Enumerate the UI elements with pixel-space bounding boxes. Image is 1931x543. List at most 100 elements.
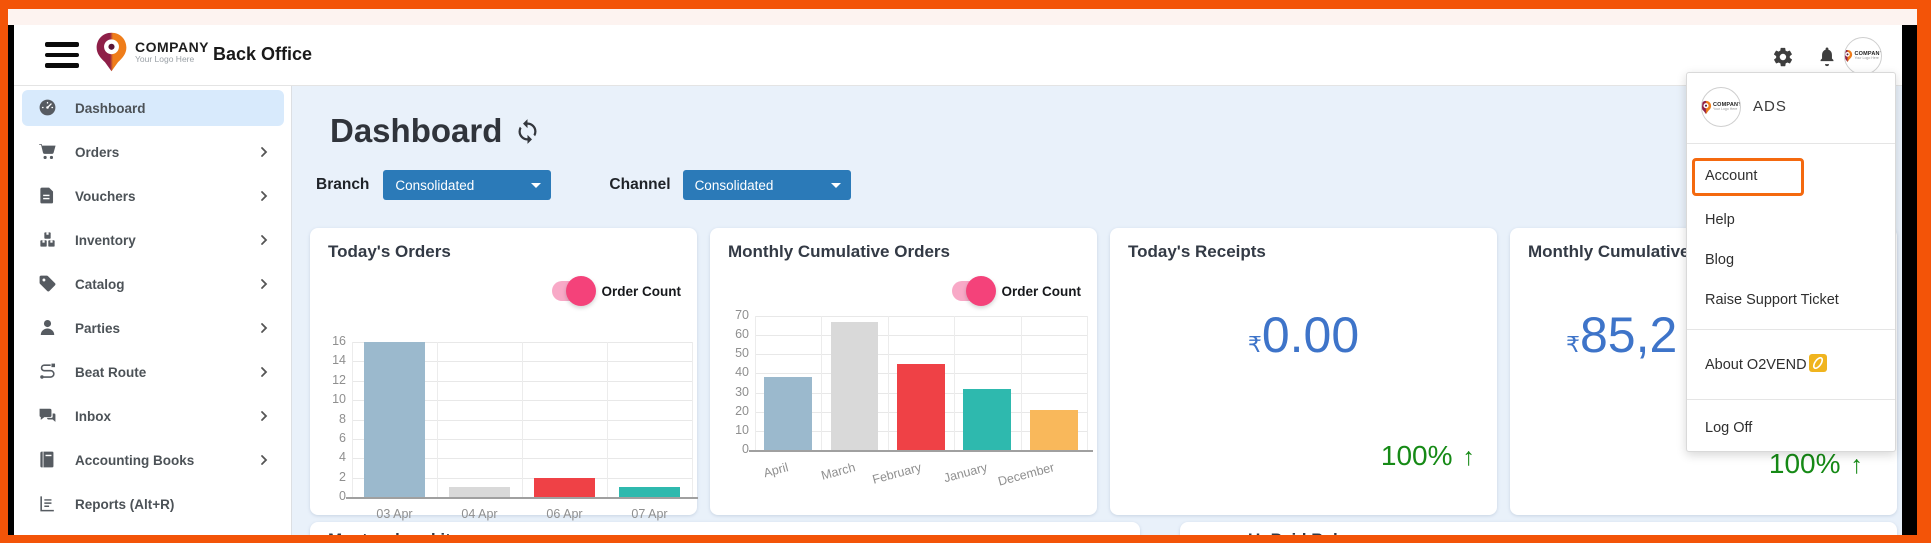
gridline — [755, 354, 1087, 356]
y-axis-tick-label: 70 — [735, 308, 749, 322]
trend-up-arrow-icon: ↑ — [1462, 443, 1476, 471]
gridline — [954, 316, 956, 450]
sidebar-item-label: Orders — [75, 144, 120, 160]
sidebar-item-catalog[interactable]: Catalog — [22, 266, 284, 302]
chart-bar — [533, 477, 596, 497]
x-axis-tick-label: 06 Apr — [546, 507, 583, 521]
page-title: Dashboard — [330, 112, 503, 149]
chart-bar — [830, 321, 879, 450]
sidebar-item-label: Vouchers — [75, 188, 136, 204]
receipts-amount: ₹0.00 — [1247, 307, 1360, 363]
sidebar-item-vouchers[interactable]: Vouchers — [22, 178, 284, 214]
x-axis-tick-label: 07 Apr — [631, 507, 668, 521]
y-axis-tick-label: 10 — [332, 392, 346, 407]
rupee-symbol: ₹ — [1566, 332, 1580, 357]
brand-tagline: Your Logo Here — [135, 54, 195, 65]
chart-bar — [448, 487, 511, 497]
channel-label: Channel — [609, 176, 671, 193]
branch-select-value: Consolidated — [395, 177, 475, 193]
sidebar-item-inventory[interactable]: Inventory — [22, 222, 284, 258]
chart-bar — [764, 377, 813, 450]
chart-bar — [1029, 409, 1078, 450]
menu-item-blog[interactable]: Blog — [1705, 252, 1734, 268]
cart-icon — [38, 142, 57, 161]
channel-select-value: Consolidated — [694, 177, 774, 193]
menu-item-about-o2vend[interactable]: About O2VEND — [1705, 354, 1827, 376]
y-axis-tick-label: 2 — [339, 469, 346, 484]
change-percent: 100% ↑ — [1768, 448, 1863, 479]
sidebar-item-label: Dashboard — [75, 100, 146, 116]
gridline — [1087, 316, 1088, 450]
monthly-orders-bar-chart: 0 10 20 30 40 50 60 70 April March February January… — [710, 228, 1097, 515]
chart-bar — [897, 363, 945, 450]
dashboard-icon — [38, 98, 57, 117]
menu-item-help[interactable]: Help — [1705, 212, 1735, 228]
card-title: Monthly Cumulative — [1528, 242, 1690, 261]
refresh-icon[interactable] — [514, 118, 541, 150]
gridline — [821, 316, 823, 450]
chat-bubbles-icon — [38, 406, 57, 425]
app-title: Back Office — [213, 44, 313, 64]
channel-select[interactable]: Consolidated — [682, 170, 851, 200]
menu-avatar: COMPANY Your Logo Here — [1701, 87, 1741, 127]
card-todays-receipts: Today's Receipts ₹0.00 100% ↑ — [1110, 228, 1497, 515]
chevron-right-icon — [258, 365, 270, 383]
book-icon — [38, 450, 57, 469]
y-axis-tick-label: 30 — [735, 384, 749, 399]
sidebar-item-beat-route[interactable]: Beat Route — [22, 354, 284, 390]
header: COMPANY Your Logo Here Back Office COMPA… — [14, 25, 1902, 86]
person-icon — [38, 318, 57, 337]
company-logo: COMPANY Your Logo Here — [94, 29, 209, 75]
hamburger-menu-icon[interactable] — [45, 42, 79, 68]
x-axis-tick-label: March — [819, 460, 857, 483]
card-title: Most ordered items — [328, 530, 485, 535]
gridline — [352, 342, 353, 497]
sidebar-item-label: Accounting Books — [75, 452, 195, 468]
y-axis-tick-label: 16 — [332, 334, 346, 348]
x-axis-tick-label: December — [996, 460, 1056, 489]
sidebar-item-accounting-books[interactable]: Accounting Books — [22, 442, 284, 478]
x-axis-tick-label: January — [942, 460, 990, 486]
gridline — [607, 342, 608, 497]
user-avatar[interactable]: COMPANY Your Logo Here — [1844, 37, 1882, 75]
chevron-right-icon — [258, 277, 270, 295]
logo-pin-icon — [96, 32, 127, 72]
x-axis-line — [346, 497, 698, 499]
screenshot-frame: COMPANY Your Logo Here Back Office COMPA… — [0, 0, 1931, 543]
chevron-right-icon — [258, 453, 270, 471]
y-axis-tick-label: 4 — [339, 450, 346, 465]
branch-select[interactable]: Consolidated — [383, 170, 552, 200]
x-axis-tick-label: 04 Apr — [461, 507, 498, 521]
chevron-right-icon — [258, 145, 270, 163]
rupee-symbol: ₹ — [1247, 332, 1262, 357]
sidebar-item-inbox[interactable]: Inbox — [22, 398, 284, 434]
sidebar-item-parties[interactable]: Parties — [22, 310, 284, 346]
sidebar-item-dashboard[interactable]: Dashboard — [22, 90, 284, 126]
gridline — [522, 342, 523, 497]
sidebar-item-reports[interactable]: Reports (Alt+R) — [22, 486, 284, 522]
gridline — [692, 342, 693, 497]
x-axis-tick-label: 03 Apr — [376, 507, 413, 521]
app-window: COMPANY Your Logo Here Back Office COMPA… — [8, 9, 1917, 535]
branch-label: Branch — [316, 176, 370, 193]
sidebar-item-label: Parties — [75, 320, 121, 336]
user-dropdown-menu: COMPANY Your Logo Here ADS Account Help B… — [1686, 72, 1896, 452]
y-axis-tick-label: 20 — [735, 403, 749, 418]
caret-down-icon — [830, 183, 841, 188]
y-axis-tick-label: 50 — [735, 346, 749, 361]
menu-divider — [1687, 143, 1895, 144]
voucher-file-icon — [38, 186, 57, 205]
menu-item-log-off[interactable]: Log Off — [1705, 420, 1752, 436]
sidebar-item-orders[interactable]: Orders — [22, 134, 284, 170]
inventory-boxes-icon — [38, 230, 57, 249]
y-axis-tick-label: 60 — [735, 327, 749, 342]
caret-down-icon — [531, 183, 542, 188]
menu-item-raise-support-ticket[interactable]: Raise Support Ticket — [1705, 292, 1839, 308]
settings-gear-icon[interactable] — [1772, 46, 1794, 73]
y-axis-tick-label: 6 — [339, 430, 346, 445]
card-title: Today's Receipts — [1128, 242, 1266, 261]
x-axis-tick-label: April — [762, 460, 790, 481]
notifications-bell-icon[interactable] — [1816, 46, 1838, 73]
chart-bar — [618, 487, 681, 497]
y-axis-tick-label: 40 — [735, 365, 749, 380]
